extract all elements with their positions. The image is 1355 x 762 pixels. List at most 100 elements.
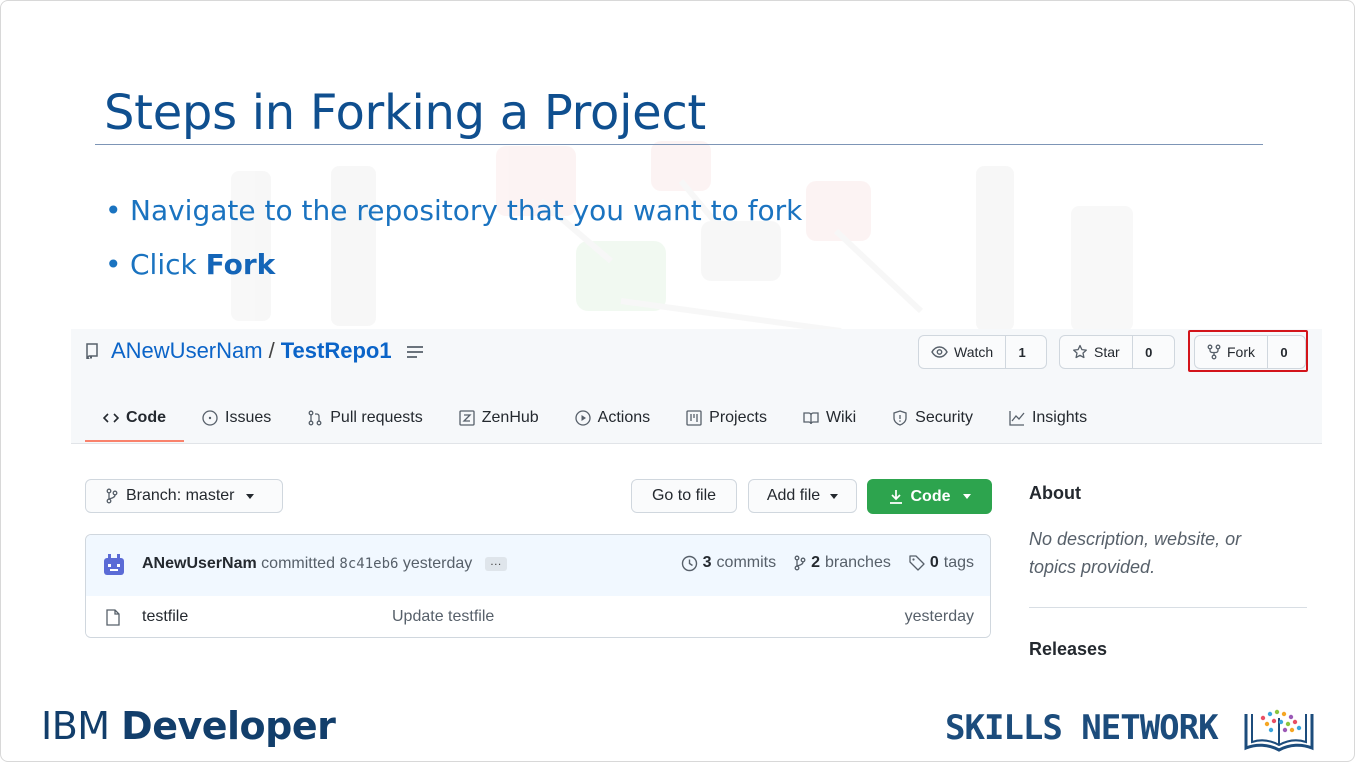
tab-label: Issues <box>225 409 272 426</box>
repo-path: ANewUserNam / TestRepo1 <box>111 338 392 364</box>
star-label[interactable]: Star <box>1060 336 1133 368</box>
star-text: Star <box>1094 344 1120 360</box>
slide-title: Steps in Forking a Project <box>104 85 706 141</box>
branches-link[interactable]: 2 branches <box>794 554 891 572</box>
repo-name-link[interactable]: TestRepo1 <box>281 338 392 363</box>
commits-count: 3 <box>702 554 712 571</box>
commit-sha-link[interactable]: 8c41eb6 <box>339 556 398 572</box>
branches-label: branches <box>825 554 891 571</box>
tag-icon <box>909 555 925 571</box>
bullet-dot: • <box>105 248 122 281</box>
zenhub-icon <box>459 410 475 426</box>
play-icon <box>575 410 591 426</box>
fork-highlight-box <box>1188 330 1308 372</box>
tab-zenhub[interactable]: ZenHub <box>441 395 557 441</box>
file-commit-message-link[interactable]: Update testfile <box>392 608 494 626</box>
issue-icon <box>202 410 218 426</box>
about-description: No description, website, or topics provi… <box>1029 529 1242 577</box>
tab-security[interactable]: Security <box>874 395 991 441</box>
tab-label: Pull requests <box>330 409 423 426</box>
graph-icon <box>1009 411 1025 426</box>
repo-tabs: Code Issues Pull requests ZenHub Actions <box>85 395 1105 443</box>
skills-network-logo-text: SKILLS NETWORK <box>945 708 1219 748</box>
go-to-file-button[interactable]: Go to file <box>631 479 737 513</box>
bullet-item: • Navigate to the repository that you wan… <box>105 194 802 227</box>
skills-network-book-icon <box>1244 709 1314 752</box>
branches-count: 2 <box>811 554 821 571</box>
add-file-button[interactable]: Add file <box>748 479 857 513</box>
latest-commit-bar: ANewUserNam committed 8c41eb6 yesterday … <box>86 535 990 597</box>
tab-label: Code <box>126 409 166 426</box>
add-file-label: Add file <box>766 487 821 504</box>
chevron-down-icon <box>246 493 255 499</box>
github-repo-panel: ANewUserNam / TestRepo1 Watch 1 Star 0 F… <box>71 329 1322 691</box>
repo-header: ANewUserNam / TestRepo1 Watch 1 Star 0 F… <box>71 329 1322 444</box>
tab-wiki[interactable]: Wiki <box>785 395 874 441</box>
commit-author-link[interactable]: ANewUserNam <box>142 555 257 572</box>
branch-icon <box>794 555 806 571</box>
repo-owner-link[interactable]: ANewUserNam <box>111 338 263 363</box>
title-divider <box>95 144 1263 145</box>
releases-heading[interactable]: Releases <box>1029 639 1107 660</box>
branch-label: Branch: master <box>126 487 235 504</box>
download-icon <box>889 490 902 504</box>
logo-text-bold: Developer <box>121 704 336 748</box>
bullet-dot: • <box>105 194 122 227</box>
avatar[interactable] <box>102 553 126 577</box>
about-heading: About <box>1029 483 1081 503</box>
code-icon <box>103 413 119 423</box>
watch-count[interactable]: 1 <box>1006 336 1038 368</box>
tab-label: Actions <box>597 409 651 426</box>
about-divider <box>1029 607 1307 608</box>
branch-icon <box>106 488 118 504</box>
tags-count: 0 <box>929 554 939 571</box>
eye-icon <box>931 346 948 358</box>
file-row[interactable]: testfile Update testfile yesterday <box>86 596 990 637</box>
slide-frame: Steps in Forking a Project • Navigate to … <box>0 0 1355 762</box>
tab-label: ZenHub <box>481 409 539 426</box>
tab-label: Insights <box>1031 409 1088 426</box>
bullet-text: Click <box>130 248 206 281</box>
tab-label: Projects <box>709 409 767 426</box>
star-count[interactable]: 0 <box>1133 336 1165 368</box>
commit-time: yesterday <box>402 555 473 572</box>
tab-label: Security <box>915 409 973 426</box>
file-time: yesterday <box>904 608 974 625</box>
tab-actions[interactable]: Actions <box>557 395 668 441</box>
tab-pull-requests[interactable]: Pull requests <box>289 395 441 441</box>
pull-request-icon <box>308 410 322 426</box>
watch-text: Watch <box>954 344 994 360</box>
tab-insights[interactable]: Insights <box>991 395 1105 441</box>
star-button[interactable]: Star 0 <box>1059 335 1175 369</box>
tab-label: Wiki <box>825 409 857 426</box>
watch-button[interactable]: Watch 1 <box>918 335 1047 369</box>
bullet-item: • Click Fork <box>105 248 275 281</box>
code-download-button[interactable]: Code <box>867 479 992 514</box>
chevron-down-icon <box>962 494 971 499</box>
repo-icon <box>86 343 98 359</box>
tab-code[interactable]: Code <box>85 395 184 442</box>
chevron-down-icon <box>830 493 839 499</box>
repo-path-separator: / <box>268 338 275 363</box>
bullet-bold-text: Fork <box>205 248 276 281</box>
ibm-developer-logo: IBM Developer <box>41 704 336 748</box>
file-icon <box>106 609 120 626</box>
logo-text-light: IBM <box>41 704 122 748</box>
tab-projects[interactable]: Projects <box>668 395 785 441</box>
tags-label: tags <box>943 554 974 571</box>
commits-link[interactable]: 3 commits <box>681 554 776 572</box>
file-browser: ANewUserNam committed 8c41eb6 yesterday … <box>85 534 991 638</box>
shield-icon <box>893 410 907 426</box>
bullet-text: Navigate to the repository that you want… <box>130 194 803 227</box>
file-name-link[interactable]: testfile <box>142 608 188 626</box>
history-icon <box>681 555 697 571</box>
list-icon[interactable] <box>406 345 424 359</box>
tab-issues[interactable]: Issues <box>184 395 289 441</box>
watch-label[interactable]: Watch <box>919 336 1007 368</box>
tags-link[interactable]: 0 tags <box>909 554 974 572</box>
commit-more-button[interactable]: … <box>484 555 507 571</box>
branch-select-button[interactable]: Branch: master <box>85 479 283 513</box>
commit-summary: ANewUserNam committed 8c41eb6 yesterday … <box>142 555 507 573</box>
repo-stats: 3 commits 2 branches 0 tags <box>681 554 974 572</box>
commit-action: committed <box>261 555 335 572</box>
